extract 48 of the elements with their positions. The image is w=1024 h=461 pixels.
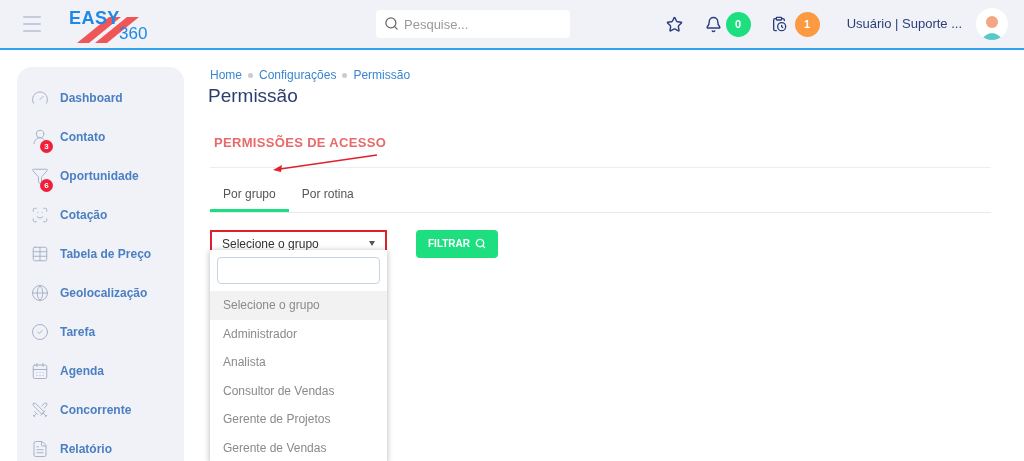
search-icon [475,238,487,250]
breadcrumb-separator [342,72,348,78]
swords-icon [31,400,49,419]
sidebar-item[interactable]: Tarefa [60,322,96,341]
document-icon [31,439,49,458]
sidebar-item[interactable]: Relatório [60,439,112,458]
sidebar-item[interactable]: Contato [60,127,106,146]
sidebar-item[interactable]: Dashboard [60,88,123,107]
logo-number: 360 [119,25,148,42]
count-badge: 6 [40,179,53,192]
breadcrumb-link[interactable]: Home [210,66,242,84]
breadcrumb-link[interactable]: Permissão [353,66,411,84]
sidebar-item[interactable]: Tabela de Preço [60,244,152,263]
table-icon [31,244,49,263]
star-icon[interactable] [665,15,683,33]
calendar-icon [31,361,49,380]
sidebar-item[interactable]: Geolocalização [60,283,148,302]
section-title: PERMISSÕES DE ACESSO [214,134,387,150]
dropdown-option[interactable]: Analista [210,348,387,377]
dropdown-option[interactable]: Gerente de Vendas [210,433,387,461]
sidebar-item[interactable]: Agenda [60,361,104,380]
logo-word: EASY [69,9,120,27]
breadcrumb-link[interactable]: Configurações [259,66,337,84]
user-name[interactable]: Usuário | Suporte ... [846,14,962,34]
count-badge: 3 [40,140,53,153]
sidebar-item[interactable]: Concorrente [60,400,132,419]
bell-icon[interactable] [704,15,722,33]
tab[interactable]: Por grupo [210,179,289,212]
dropdown-option[interactable]: Administrador [210,319,387,348]
search-field[interactable]: Pesquise... [376,10,570,38]
search-icon [384,16,399,31]
globe-icon [31,283,49,302]
page-title: Permissão [208,84,299,108]
sidebar-item[interactable]: Cotação [60,205,108,224]
frame-icon [31,205,49,224]
gauge-icon [31,88,49,107]
breadcrumb-separator [248,72,253,78]
notification-count: 0 [725,11,751,37]
task-count: 1 [794,11,820,37]
dropdown-option[interactable]: Consultor de Vendas [210,376,387,405]
dropdown-option[interactable]: Selecione o grupo [210,291,387,320]
sidebar-item[interactable]: Oportunidade [60,166,139,185]
tab[interactable]: Por rotina [288,179,367,212]
clipboard-clock-icon[interactable] [770,16,787,32]
dropdown-search-field[interactable] [217,257,380,284]
dropdown-option[interactable]: Gerente de Projetos [210,405,387,434]
funnel-icon [31,166,49,185]
check-circle-icon [31,322,49,341]
